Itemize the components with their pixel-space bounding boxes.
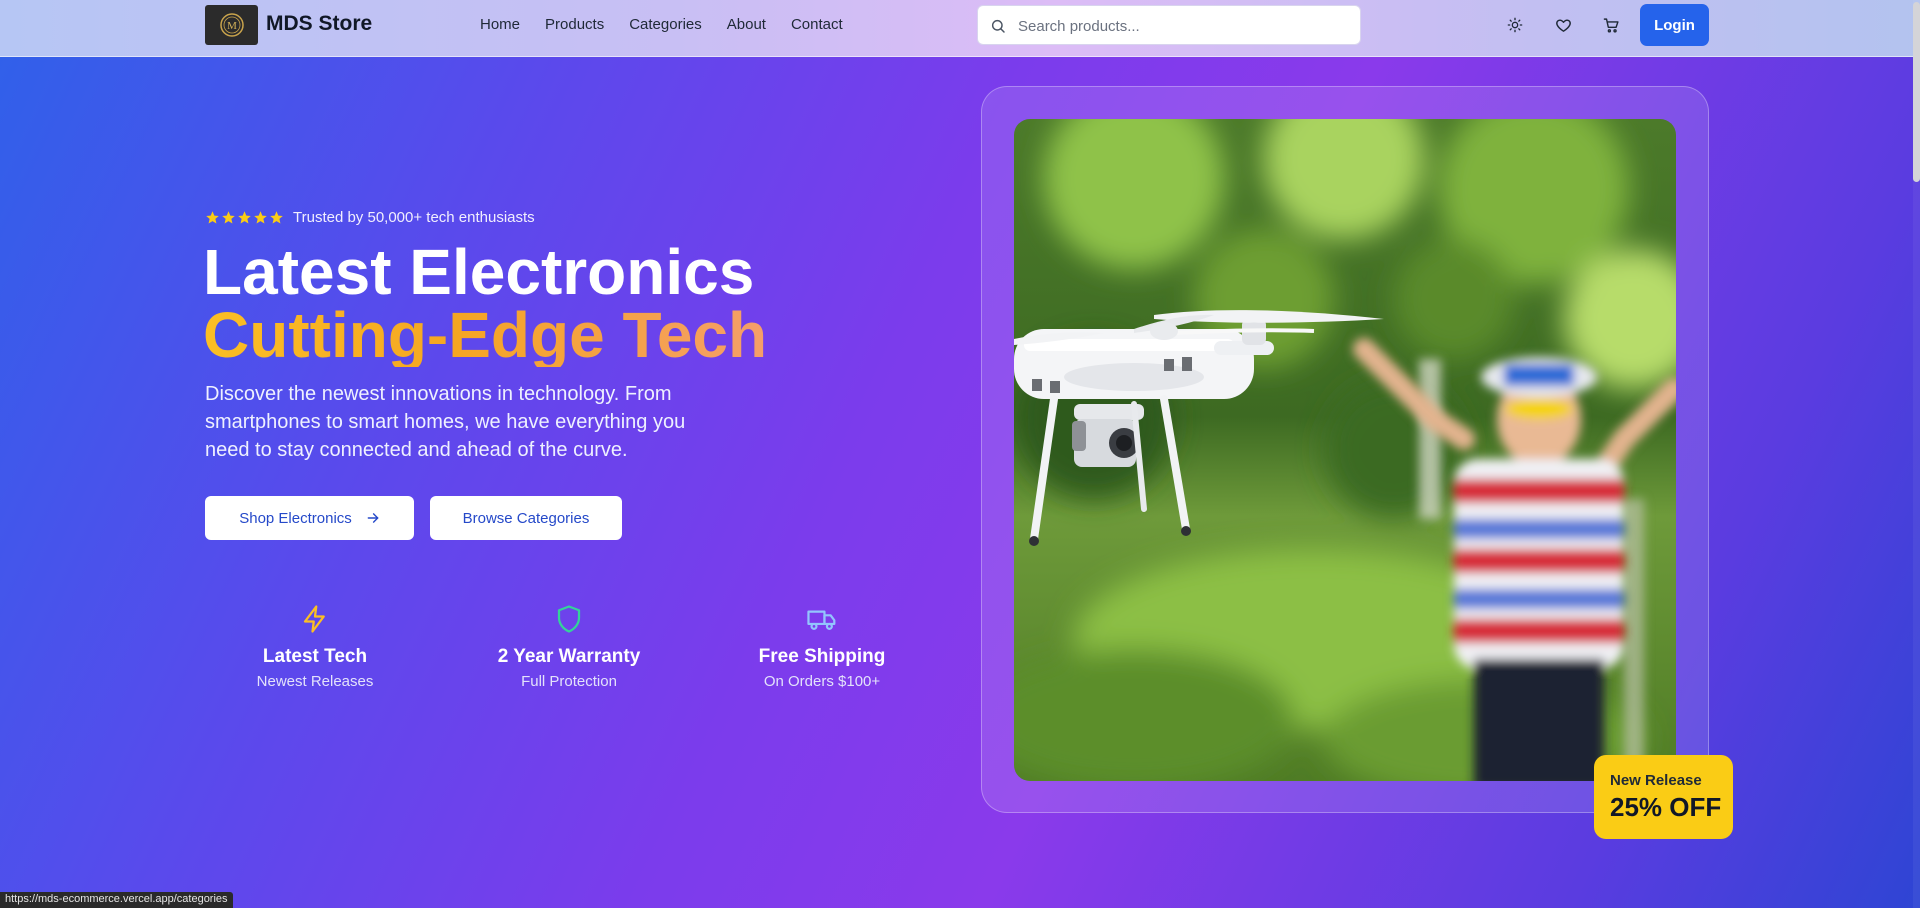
search-box <box>977 5 1361 45</box>
browser-status-url: https://mds-ecommerce.vercel.app/categor… <box>0 892 233 908</box>
feature-title: Latest Tech <box>262 646 368 667</box>
lightning-icon <box>303 605 325 633</box>
star-icon <box>206 211 219 224</box>
nav-home[interactable]: Home <box>480 16 520 33</box>
arrow-right-icon <box>367 513 379 523</box>
drone-photo-image <box>1014 119 1676 781</box>
hero-product-image <box>1014 119 1676 781</box>
feature-free-shipping: Free Shipping On Orders $100+ <box>702 604 942 690</box>
star-icon <box>270 211 283 224</box>
hero-description: Discover the newest innovations in techn… <box>205 383 686 461</box>
cart-icon <box>1603 17 1619 33</box>
shop-electronics-label: Shop Electronics <box>239 509 352 527</box>
star-icon <box>254 211 267 224</box>
page-scrollbar-thumb[interactable] <box>1913 2 1920 182</box>
promo-discount: 25% OFF <box>1610 792 1722 822</box>
new-release-badge[interactable]: New Release 25% OFF <box>1594 755 1733 839</box>
nav-contact[interactable]: Contact <box>791 16 843 33</box>
nav-products[interactable]: Products <box>545 16 604 33</box>
browse-categories-button[interactable]: Browse Categories <box>430 496 622 540</box>
browse-categories-label: Browse Categories <box>462 509 590 527</box>
feature-title: Free Shipping <box>758 646 886 667</box>
feature-title: 2 Year Warranty <box>497 646 641 667</box>
rating-text: Trusted by 50,000+ tech enthusiasts <box>293 209 535 226</box>
main-nav: Home Products Categories About Contact <box>480 16 868 33</box>
theme-toggle-button[interactable] <box>1504 14 1526 36</box>
wishlist-button[interactable] <box>1552 14 1574 36</box>
nav-categories[interactable]: Categories <box>629 16 702 33</box>
store-logo[interactable]: M <box>205 5 258 45</box>
heart-icon <box>1555 18 1571 32</box>
login-button[interactable]: Login <box>1640 4 1709 46</box>
star-icon <box>238 211 251 224</box>
star-icon <box>222 211 235 224</box>
cart-button[interactable] <box>1600 14 1622 36</box>
feature-latest-tech: Latest Tech Newest Releases <box>195 604 435 690</box>
logo-emblem-icon: M <box>219 13 244 37</box>
feature-subtitle: On Orders $100+ <box>763 673 881 690</box>
search-icon <box>991 19 1005 33</box>
brand-name[interactable]: MDS Store <box>266 12 372 36</box>
shop-electronics-button[interactable]: Shop Electronics <box>205 496 414 540</box>
hero-headline: Latest Electronics <box>203 236 755 308</box>
hero-headline-accent: Cutting-Edge Tech <box>203 299 768 371</box>
sun-icon <box>1507 17 1523 33</box>
search-input[interactable] <box>1018 14 1348 38</box>
shield-icon <box>557 605 581 633</box>
rating-stars <box>205 210 285 225</box>
trust-rating: Trusted by 50,000+ tech enthusiasts <box>205 209 535 226</box>
truck-icon <box>807 610 836 630</box>
feature-warranty: 2 Year Warranty Full Protection <box>449 604 689 690</box>
top-navbar: M MDS Store Home Products Categories Abo… <box>0 0 1920 57</box>
nav-about[interactable]: About <box>727 16 766 33</box>
feature-subtitle: Full Protection <box>521 673 617 690</box>
logo-letter: M <box>227 20 237 32</box>
feature-subtitle: Newest Releases <box>256 673 374 690</box>
promo-label: New Release <box>1610 772 1702 789</box>
